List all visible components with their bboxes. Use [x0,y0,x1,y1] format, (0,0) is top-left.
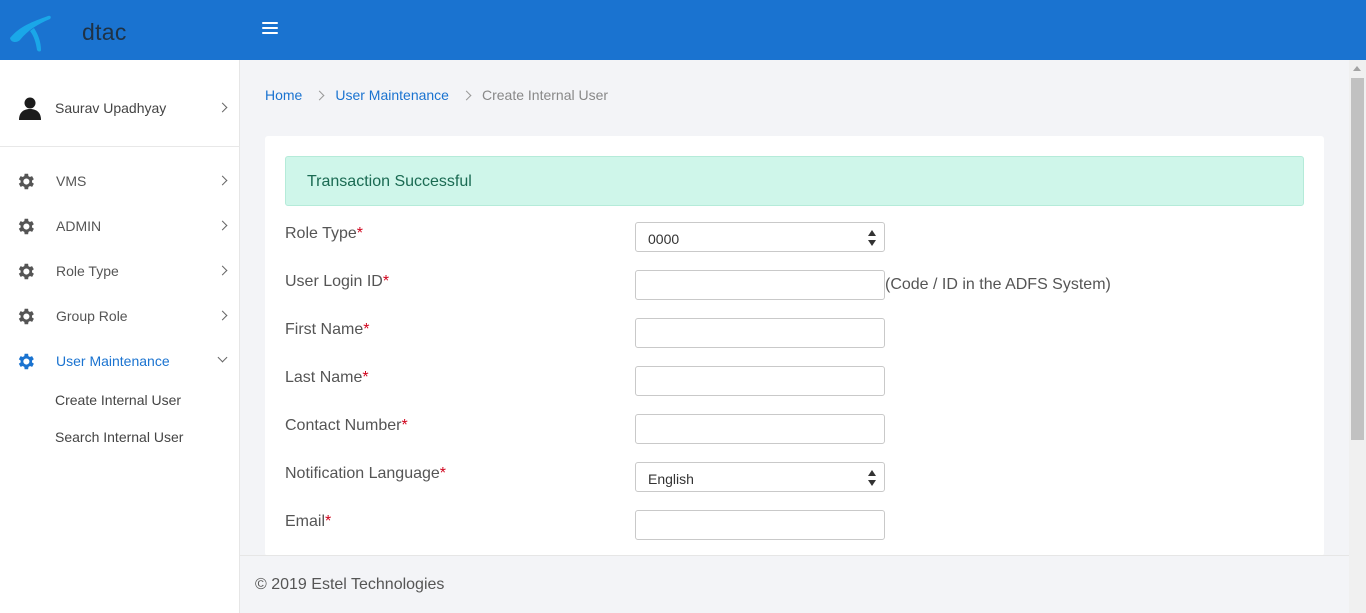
sidebar-item-admin[interactable]: ADMIN [0,206,240,246]
breadcrumb-separator-icon [314,90,325,101]
success-alert: Transaction Successful [285,156,1304,206]
hamburger-menu-icon[interactable] [262,22,278,36]
breadcrumb-user-maintenance[interactable]: User Maintenance [335,87,449,103]
footer-copyright: © 2019 Estel Technologies [255,576,445,593]
gear-icon [18,173,34,190]
sidebar-item-group-role[interactable]: Group Role [0,296,240,336]
top-header: dtac [0,0,1366,60]
sidebar-subitem-search-internal-user[interactable]: Search Internal User [55,429,183,445]
sidebar-user-profile[interactable]: Saurav Upadhyay [0,60,240,147]
alert-message: Transaction Successful [307,173,472,190]
chevron-right-icon [217,102,228,113]
chevron-right-icon [217,310,228,321]
sidebar: Saurav Upadhyay VMS ADMIN Role Type Grou… [0,60,240,613]
logo-area[interactable]: dtac [0,0,240,60]
sidebar-item-label: ADMIN [56,218,102,234]
first-name-input[interactable] [635,318,885,348]
chevron-down-icon [217,352,228,363]
sidebar-item-label: User Maintenance [56,353,170,369]
contact-number-label: Contact Number* [285,417,408,434]
last-name-input[interactable] [635,366,885,396]
select-arrows-icon [868,470,876,486]
sidebar-item-label: Role Type [56,263,119,279]
vertical-scrollbar[interactable] [1349,60,1366,613]
user-login-id-hint: (Code / ID in the ADFS System) [885,276,1111,293]
dtac-logo-icon [10,15,51,52]
chevron-right-icon [217,220,228,231]
breadcrumb-home[interactable]: Home [265,87,302,103]
sidebar-item-vms[interactable]: VMS [0,161,240,201]
user-name: Saurav Upadhyay [55,100,167,116]
breadcrumb-current: Create Internal User [481,87,609,103]
breadcrumb: Home User Maintenance Create Internal User [265,87,608,103]
notification-language-select[interactable]: English [635,462,885,492]
email-input[interactable] [635,510,885,540]
user-login-id-label: User Login ID* [285,273,390,290]
sidebar-item-label: VMS [56,173,87,189]
last-name-label: Last Name* [285,369,369,386]
sidebar-item-user-maintenance[interactable]: User Maintenance [0,341,240,381]
create-user-card: Transaction Successful Role Type* 0000 U… [265,136,1324,556]
brand-name: dtac [82,19,127,45]
sidebar-item-label: Group Role [56,308,128,324]
gear-icon [18,263,34,280]
scroll-up-arrow-icon[interactable] [1353,66,1361,71]
notification-language-value: English [648,471,694,487]
scrollbar-thumb[interactable] [1351,78,1364,440]
role-type-label: Role Type* [285,225,363,242]
select-arrows-icon [868,230,876,246]
gear-icon [18,218,34,235]
user-avatar-icon [19,97,41,120]
sidebar-subitem-create-internal-user[interactable]: Create Internal User [55,392,181,408]
notification-language-label: Notification Language* [285,465,447,482]
chevron-right-icon [217,175,228,186]
sidebar-item-role-type[interactable]: Role Type [0,251,240,291]
role-type-select[interactable]: 0000 [635,222,885,252]
role-type-value: 0000 [648,231,680,247]
chevron-right-icon [217,265,228,276]
gear-icon [18,308,34,325]
gear-icon [18,353,34,370]
breadcrumb-separator-icon [461,90,472,101]
contact-number-input[interactable] [635,414,885,444]
user-login-id-input[interactable] [635,270,885,300]
first-name-label: First Name* [285,321,370,338]
footer: © 2019 Estel Technologies [240,555,1350,613]
email-label: Email* [285,513,332,530]
